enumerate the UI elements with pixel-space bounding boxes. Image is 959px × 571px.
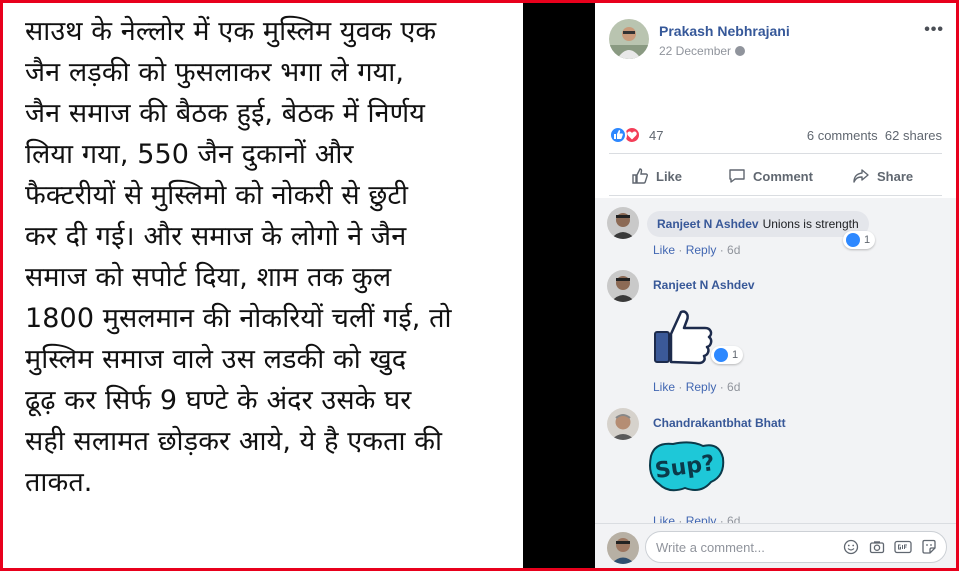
text-line: फैक्टरीयों से मुस्लिमो को नोकरी से छुटी <box>25 180 409 211</box>
camera-icon[interactable] <box>868 538 886 556</box>
divider <box>609 153 942 154</box>
post-date-text: 22 December <box>659 44 732 58</box>
comment-meta: Like · Reply · 6d <box>653 380 741 394</box>
comment-like-link[interactable]: Like <box>653 380 675 394</box>
text-line: समाज को सपोर्ट दिया, शाम तक कुल <box>25 262 392 293</box>
like-reaction-icon <box>846 233 860 247</box>
text-line: ढूढ़ कर सिर्फ 9 घण्टे के अंदर उसके घर <box>25 385 412 416</box>
comment-reply-link[interactable]: Reply <box>686 514 717 523</box>
comment-reaction-count: 1 <box>864 234 871 246</box>
sup-sticker[interactable]: Sup? <box>645 436 727 501</box>
comment-like-link[interactable]: Like <box>653 243 675 257</box>
divider <box>609 195 942 196</box>
comment-bubble: Ranjeet N Ashdev Unions is strength <box>647 211 869 237</box>
share-icon <box>853 169 869 183</box>
comment-text: Unions is strength <box>762 217 859 231</box>
comment-item: Ranjeet N Ashdev 1 Like · Reply · 6d <box>607 270 947 395</box>
like-button[interactable]: Like <box>631 161 682 191</box>
share-label: Share <box>877 168 914 184</box>
text-line: जैन लड़की को फुसलाकर भगा ले गया, <box>25 57 405 88</box>
stats-right: 6 comments 62 shares <box>807 128 942 143</box>
comment-reaction-badge[interactable]: 1 <box>711 346 744 364</box>
comment-input-tools <box>842 538 938 556</box>
commenter-name[interactable]: Ranjeet N Ashdev <box>653 278 755 292</box>
comments-list[interactable]: Ranjeet N Ashdev Unions is strength 1 Lik… <box>595 198 956 523</box>
comment-like-link[interactable]: Like <box>653 514 675 523</box>
reaction-count[interactable]: 47 <box>649 128 663 143</box>
sticker-icon[interactable] <box>920 538 938 556</box>
like-label: Like <box>656 168 683 184</box>
comment-label: Comment <box>753 168 813 184</box>
commenter-avatar[interactable] <box>607 207 639 239</box>
like-reaction-icon <box>609 126 627 144</box>
comment-icon <box>729 169 745 183</box>
comment-item: Ranjeet N Ashdev Unions is strength 1 Lik… <box>607 207 947 257</box>
post-date[interactable]: 22 December <box>659 44 746 58</box>
comment-meta: Like · Reply · 6d <box>653 514 740 523</box>
like-reaction-icon <box>714 348 728 362</box>
shares-count[interactable]: 62 shares <box>885 128 942 143</box>
text-line: लिया गया, 550 जैन दुकानों और <box>25 139 354 170</box>
comment-reaction-badge[interactable]: 1 <box>843 231 876 249</box>
action-bar: Like Comment Share <box>609 161 942 191</box>
text-line: ताकत. <box>25 467 93 498</box>
commenter-name[interactable]: Ranjeet N Ashdev <box>657 217 759 231</box>
share-button[interactable]: Share <box>852 161 913 191</box>
comment-meta: Like · Reply · 6d <box>653 243 741 257</box>
comment-reply-link[interactable]: Reply <box>686 380 717 394</box>
commenter-avatar[interactable] <box>607 270 639 302</box>
ellipsis-icon[interactable]: ••• <box>924 21 944 39</box>
current-user-avatar[interactable] <box>607 532 639 564</box>
comment-input-placeholder: Write a comment... <box>656 540 765 555</box>
text-line: सही सलामत छोड़कर आये, ये है एकता की <box>25 426 443 457</box>
post-image[interactable]: साउथ के नेल्लोर में एक मुस्लिम युवक एक ज… <box>3 3 523 568</box>
emoji-icon[interactable] <box>842 538 860 556</box>
globe-icon <box>735 46 746 56</box>
text-line: मुस्लिम समाज वाले उस लडकी को खुद <box>25 344 407 375</box>
text-line: 1800 मुसलमान की नोकरियों चलीं गई, तो <box>25 303 452 334</box>
image-letterbox <box>523 3 595 568</box>
write-comment-row: Write a comment... <box>595 523 956 568</box>
gif-icon[interactable] <box>894 538 912 556</box>
post-side-panel: Prakash Nebhrajani 22 December ••• 47 6 … <box>595 3 956 568</box>
commenter-avatar[interactable] <box>607 408 639 440</box>
text-line: कर दी गई। और समाज के लोगो ने जैन <box>25 221 407 252</box>
author-name[interactable]: Prakash Nebhrajani <box>659 23 790 39</box>
comment-time[interactable]: 6d <box>727 514 740 523</box>
comment-button[interactable]: Comment <box>728 161 813 191</box>
comment-time[interactable]: 6d <box>727 380 740 394</box>
author-avatar[interactable] <box>609 19 649 59</box>
text-line: साउथ के नेल्लोर में एक मुस्लिम युवक एक <box>25 16 437 47</box>
text-line: जैन समाज की बैठक हुई, बेठक में निर्णय <box>25 98 426 129</box>
post-stats: 47 6 comments 62 shares <box>609 125 942 145</box>
post-header: Prakash Nebhrajani 22 December ••• <box>609 19 944 63</box>
post-image-text: साउथ के नेल्लोर में एक मुस्लिम युवक एक ज… <box>25 11 505 503</box>
comment-item: Chandrakantbhat Bhatt Sup? Like · Reply … <box>607 408 947 523</box>
thumbs-up-sticker[interactable] <box>653 306 715 371</box>
reaction-icons[interactable] <box>609 126 647 144</box>
thumbs-up-icon <box>632 168 648 184</box>
comment-reaction-count: 1 <box>732 349 739 361</box>
comment-reply-link[interactable]: Reply <box>686 243 717 257</box>
comment-time[interactable]: 6d <box>727 243 740 257</box>
commenter-name[interactable]: Chandrakantbhat Bhatt <box>653 416 786 430</box>
comments-count[interactable]: 6 comments <box>807 128 878 143</box>
